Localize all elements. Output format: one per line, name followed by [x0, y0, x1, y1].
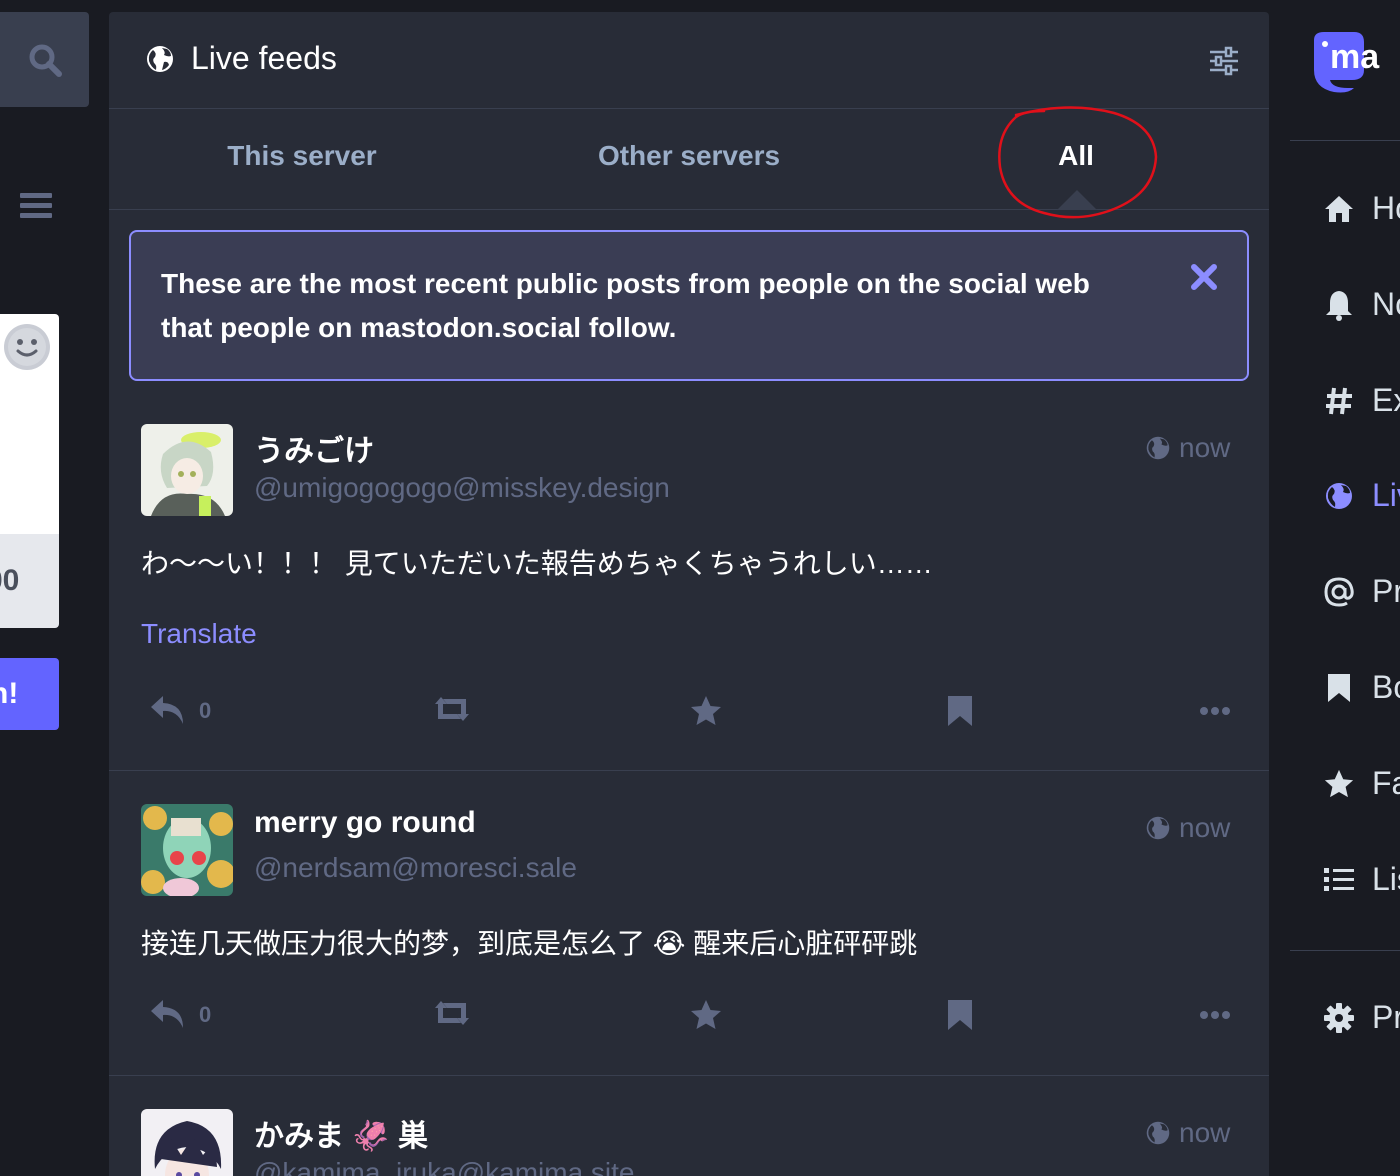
- bookmark-button[interactable]: [946, 694, 974, 728]
- account-handle[interactable]: @kamima_iruka@kamima.site: [254, 1157, 635, 1176]
- globe-icon: [1146, 1121, 1170, 1145]
- sliders-icon[interactable]: [1207, 44, 1241, 78]
- character-counter: 00: [0, 534, 59, 628]
- annotation-circle: [998, 106, 1158, 219]
- hashtag-icon: [1322, 384, 1356, 418]
- nav-item-home[interactable]: Ho: [1322, 190, 1400, 227]
- publish-button[interactable]: h!: [0, 658, 59, 730]
- more-button[interactable]: [1199, 694, 1231, 728]
- account-handle[interactable]: @umigogogogo@misskey.design: [254, 472, 670, 504]
- star-icon: [1322, 767, 1356, 801]
- avatar[interactable]: [141, 804, 233, 896]
- reply-count: 0: [199, 1002, 212, 1027]
- post-timestamp[interactable]: now: [1145, 432, 1230, 464]
- nav-divider: [1290, 950, 1400, 951]
- bell-icon: [1322, 288, 1356, 322]
- reply-button[interactable]: 0: [149, 694, 211, 728]
- hamburger-icon[interactable]: [17, 188, 55, 224]
- display-name[interactable]: かみま 🦑 巣: [254, 1111, 428, 1155]
- reply-icon: [151, 1000, 183, 1028]
- display-name[interactable]: うみごけ: [254, 426, 374, 470]
- translate-link[interactable]: Translate: [141, 618, 257, 650]
- reply-icon: [151, 696, 183, 724]
- globe-icon: [147, 45, 173, 72]
- banner-text: These are the most recent public posts f…: [161, 268, 1090, 343]
- nav-item-lists[interactable]: Lis: [1322, 861, 1400, 898]
- nav-item-bookmarks[interactable]: Bo: [1322, 669, 1400, 706]
- list-icon: [1322, 863, 1356, 897]
- post-actions: 0: [141, 694, 1241, 734]
- mastodon-logo[interactable]: ma: [1308, 30, 1400, 94]
- column-title-text: Live feeds: [191, 40, 337, 76]
- home-icon: [1322, 192, 1356, 226]
- tab-other-servers[interactable]: Other servers: [539, 140, 839, 172]
- ellipsis-icon: [1200, 1011, 1230, 1019]
- emoji-picker-icon[interactable]: [4, 324, 50, 370]
- column-header: Live feeds: [109, 12, 1269, 109]
- account-handle[interactable]: @nerdsam@moresci.sale: [254, 852, 577, 884]
- at-icon: [1322, 575, 1356, 609]
- boost-icon: [435, 1001, 469, 1025]
- favourite-button[interactable]: [689, 998, 723, 1032]
- star-icon: [691, 1000, 721, 1029]
- tab-this-server[interactable]: This server: [152, 140, 452, 172]
- globe-icon: [1146, 816, 1170, 840]
- boost-button[interactable]: [431, 998, 473, 1028]
- globe-icon: [1322, 479, 1356, 513]
- post-content: 接连几天做压力很大的梦，到底是怎么了 😭 醒来后心脏砰砰跳: [141, 928, 918, 959]
- favourite-button[interactable]: [689, 694, 723, 728]
- globe-icon: [1146, 436, 1170, 460]
- display-name[interactable]: merry go round: [254, 806, 476, 840]
- nav-item-live-feeds[interactable]: Liv: [1322, 477, 1400, 514]
- star-icon: [691, 696, 721, 725]
- search-icon: [29, 44, 62, 77]
- more-button[interactable]: [1199, 998, 1231, 1032]
- bookmark-icon: [948, 696, 972, 726]
- logo-wordmark: ma: [1330, 38, 1380, 76]
- nav-item-notifications[interactable]: No: [1322, 286, 1400, 323]
- nav-item-favourites[interactable]: Fa: [1322, 765, 1400, 802]
- boost-button[interactable]: [431, 694, 473, 724]
- bookmark-icon: [948, 1000, 972, 1030]
- avatar[interactable]: [141, 424, 233, 516]
- column-title[interactable]: Live feeds: [145, 40, 337, 77]
- nav-divider: [1290, 140, 1400, 141]
- bookmark-button[interactable]: [946, 998, 974, 1032]
- status-post[interactable]: merry go round @nerdsam@moresci.sale now…: [109, 772, 1269, 1076]
- nav-item-mentions[interactable]: Pr: [1322, 573, 1400, 610]
- status-post[interactable]: うみごけ @umigogogogo@misskey.design now わ～～…: [109, 402, 1269, 771]
- post-actions: 0: [141, 998, 1241, 1038]
- search-box[interactable]: [0, 12, 89, 107]
- post-timestamp[interactable]: now: [1145, 812, 1230, 844]
- post-timestamp[interactable]: now: [1145, 1117, 1230, 1149]
- live-feeds-column: Live feeds This server Other servers All…: [109, 12, 1269, 1176]
- bookmark-icon: [1322, 671, 1356, 705]
- nav-item-preferences[interactable]: Pr: [1322, 999, 1400, 1036]
- post-content: わ～～い！！！ 見ていただいた報告めちゃくちゃうれしい……: [141, 548, 933, 579]
- ellipsis-icon: [1200, 707, 1230, 715]
- boost-icon: [435, 697, 469, 721]
- reply-button[interactable]: 0: [149, 998, 211, 1032]
- nav-item-explore[interactable]: Ex: [1322, 382, 1400, 419]
- status-post[interactable]: かみま 🦑 巣 @kamima_iruka@kamima.site now: [109, 1077, 1269, 1176]
- gear-icon: [1322, 1001, 1356, 1035]
- dismissable-banner: These are the most recent public posts f…: [129, 230, 1249, 381]
- close-icon[interactable]: [1189, 262, 1219, 292]
- reply-count: 0: [199, 698, 212, 723]
- avatar[interactable]: [141, 1109, 233, 1176]
